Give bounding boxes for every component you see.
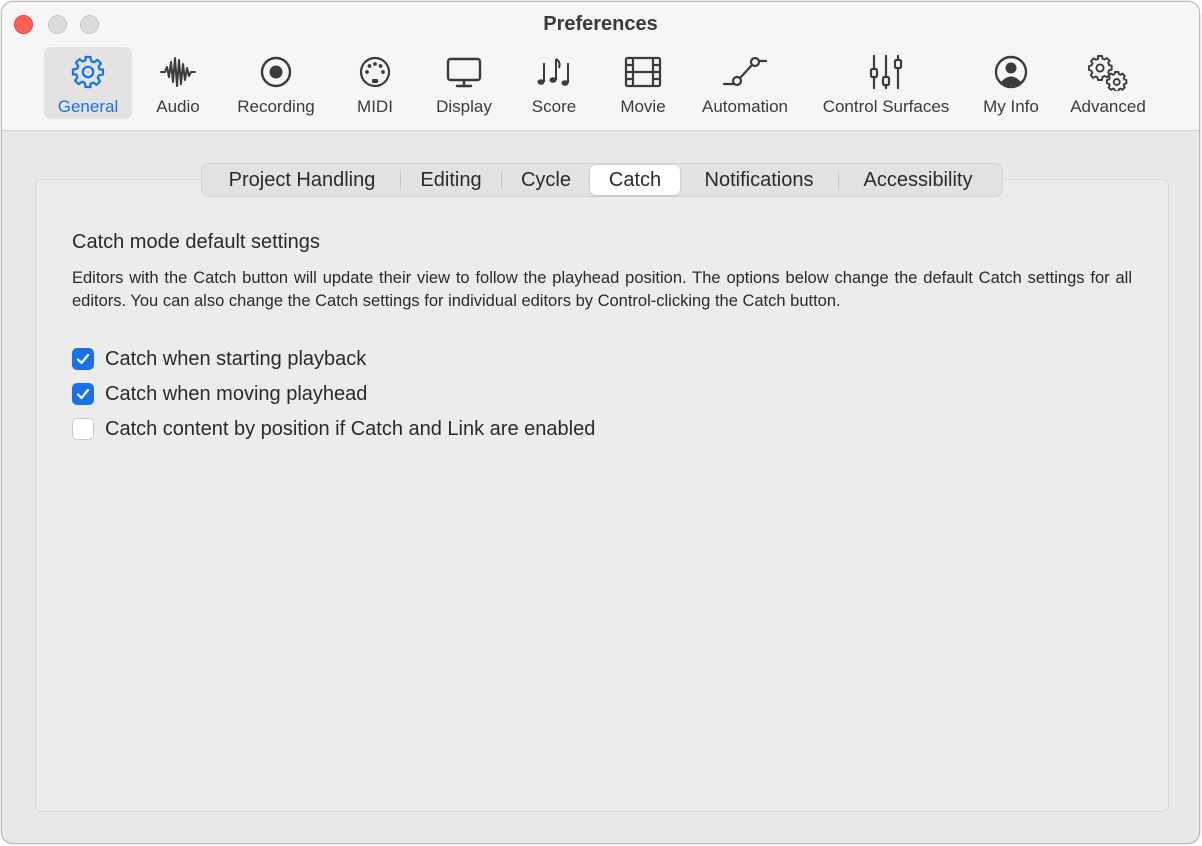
title-bar: Preferences General Audio Recording MIDI… bbox=[2, 2, 1199, 131]
tab-catch[interactable]: Catch bbox=[590, 165, 680, 195]
catch-when-starting-playback-checkbox[interactable] bbox=[72, 348, 94, 370]
toolbar-recording[interactable]: Recording bbox=[226, 47, 326, 119]
gears-icon bbox=[1088, 55, 1128, 91]
toolbar-midi[interactable]: MIDI bbox=[346, 47, 404, 119]
toolbar-display-label: Display bbox=[436, 97, 492, 116]
record-icon bbox=[260, 56, 292, 88]
toolbar-recording-label: Recording bbox=[237, 97, 315, 116]
tab-accessibility[interactable]: Accessibility bbox=[839, 165, 997, 195]
tab-notifications[interactable]: Notifications bbox=[680, 165, 838, 195]
toolbar-advanced-label: Advanced bbox=[1070, 97, 1146, 116]
catch-content-by-position-checkbox[interactable] bbox=[72, 418, 94, 440]
music-notes-icon bbox=[537, 58, 569, 86]
catch-content-by-position-option[interactable]: Catch content by position if Catch and L… bbox=[72, 417, 595, 441]
monitor-icon bbox=[446, 57, 482, 88]
toolbar-midi-label: MIDI bbox=[357, 97, 393, 116]
toolbar-my-info[interactable]: My Info bbox=[974, 47, 1048, 119]
tab-editing[interactable]: Editing bbox=[401, 165, 501, 195]
automation-curve-icon bbox=[722, 56, 768, 87]
checkmark-icon bbox=[76, 353, 90, 365]
preferences-window: Preferences General Audio Recording MIDI… bbox=[1, 1, 1200, 844]
toolbar-general[interactable]: General bbox=[44, 47, 132, 119]
catch-when-moving-playhead-option[interactable]: Catch when moving playhead bbox=[72, 382, 367, 406]
toolbar-score-label: Score bbox=[531, 97, 577, 116]
catch-description: Editors with the Catch button will updat… bbox=[72, 269, 1132, 310]
midi-connector-icon bbox=[359, 56, 391, 88]
catch-when-starting-playback-option[interactable]: Catch when starting playback bbox=[72, 347, 366, 371]
tab-project-handling[interactable]: Project Handling bbox=[204, 165, 400, 195]
toolbar-control-surfaces-label: Control Surfaces bbox=[822, 97, 950, 116]
faders-icon bbox=[869, 54, 903, 90]
toolbar-control-surfaces[interactable]: Control Surfaces bbox=[810, 47, 962, 119]
checkmark-icon bbox=[76, 388, 90, 400]
waveform-icon bbox=[160, 57, 196, 87]
catch-when-moving-playhead-checkbox[interactable] bbox=[72, 383, 94, 405]
catch-content-by-position-label: Catch content by position if Catch and L… bbox=[105, 417, 596, 440]
person-circle-icon bbox=[994, 55, 1028, 89]
gear-icon bbox=[71, 55, 105, 89]
catch-when-starting-playback-label: Catch when starting playback bbox=[105, 347, 367, 370]
window-title: Preferences bbox=[543, 13, 658, 35]
toolbar-display[interactable]: Display bbox=[426, 47, 502, 119]
tab-cycle[interactable]: Cycle bbox=[502, 165, 590, 195]
toolbar-movie[interactable]: Movie bbox=[610, 47, 676, 119]
film-icon bbox=[624, 56, 662, 88]
toolbar-my-info-label: My Info bbox=[983, 97, 1039, 116]
toolbar-automation-label: Automation bbox=[702, 97, 788, 116]
preferences-tab-bar: Project Handling Editing Cycle Catch Not… bbox=[201, 163, 1003, 197]
catch-when-moving-playhead-label: Catch when moving playhead bbox=[105, 382, 368, 405]
section-title: Catch mode default settings bbox=[72, 231, 320, 253]
toolbar-audio-label: Audio bbox=[156, 97, 200, 116]
toolbar-general-label: General bbox=[57, 97, 119, 116]
toolbar-movie-label: Movie bbox=[620, 97, 666, 116]
toolbar-automation[interactable]: Automation bbox=[692, 47, 798, 119]
toolbar-audio[interactable]: Audio bbox=[146, 47, 210, 119]
toolbar-advanced[interactable]: Advanced bbox=[1060, 47, 1156, 119]
toolbar-score[interactable]: Score bbox=[522, 47, 586, 119]
